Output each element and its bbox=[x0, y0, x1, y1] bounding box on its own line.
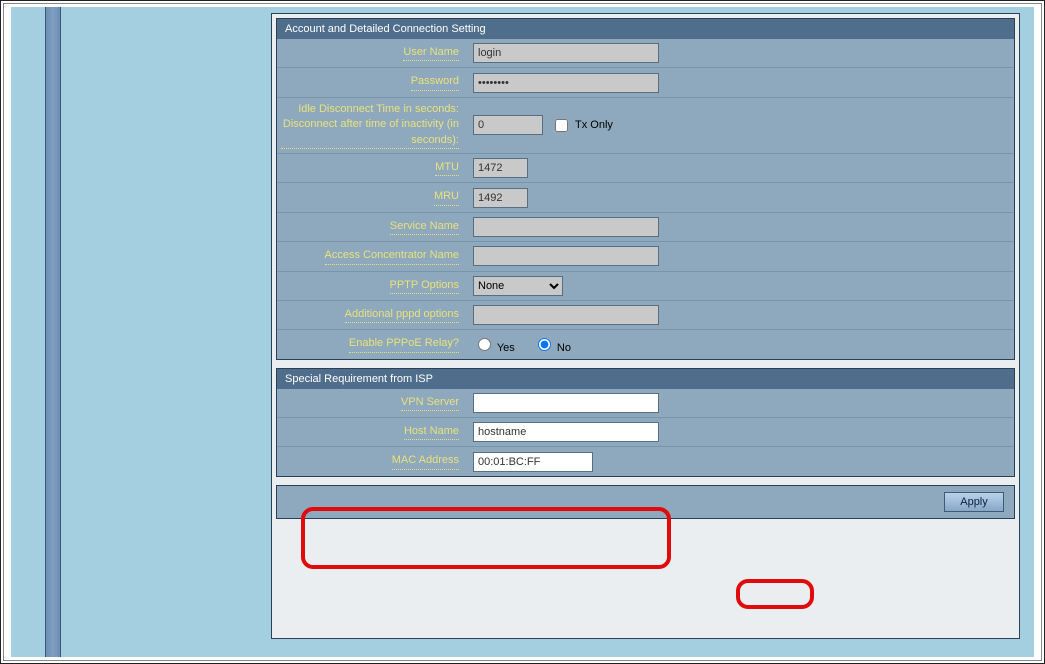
tx-only-checkbox[interactable] bbox=[555, 119, 568, 132]
label-host-name: Host Name bbox=[404, 424, 459, 440]
row-password: Password bbox=[277, 67, 1014, 96]
pppd-options-input[interactable] bbox=[473, 305, 659, 325]
pppoe-relay-yes-label: Yes bbox=[497, 342, 515, 354]
user-name-input[interactable] bbox=[473, 43, 659, 63]
mac-address-input[interactable] bbox=[473, 452, 593, 472]
row-pppd-options: Additional pppd options bbox=[277, 300, 1014, 329]
row-mac-address: MAC Address bbox=[277, 446, 1014, 475]
section-isp-header: Special Requirement from ISP bbox=[277, 369, 1014, 389]
ac-name-input[interactable] bbox=[473, 246, 659, 266]
row-host-name: Host Name bbox=[277, 417, 1014, 446]
label-user-name: User Name bbox=[403, 45, 459, 61]
pppoe-relay-yes-option[interactable]: Yes bbox=[473, 335, 515, 354]
tx-only-option[interactable]: Tx Only bbox=[551, 116, 613, 135]
label-idle-disconnect: Idle Disconnect Time in seconds: Disconn… bbox=[281, 102, 459, 149]
label-vpn-server: VPN Server bbox=[401, 395, 459, 411]
row-vpn-server: VPN Server bbox=[277, 389, 1014, 417]
pppoe-relay-no-option[interactable]: No bbox=[533, 335, 571, 354]
label-service-name: Service Name bbox=[390, 219, 459, 235]
label-mru: MRU bbox=[434, 189, 459, 205]
row-mru: MRU bbox=[277, 182, 1014, 211]
vpn-server-input[interactable] bbox=[473, 393, 659, 413]
row-pptp-options: PPTP Options None bbox=[277, 271, 1014, 300]
row-idle-disconnect: Idle Disconnect Time in seconds: Disconn… bbox=[277, 97, 1014, 153]
mru-input[interactable] bbox=[473, 188, 528, 208]
label-ac-name: Access Concentrator Name bbox=[325, 248, 460, 264]
pppoe-relay-no-label: No bbox=[557, 342, 571, 354]
apply-button[interactable]: Apply bbox=[944, 492, 1004, 512]
row-ac-name: Access Concentrator Name bbox=[277, 241, 1014, 270]
pptp-options-select[interactable]: None bbox=[473, 276, 563, 296]
label-password: Password bbox=[411, 74, 459, 90]
row-pppoe-relay: Enable PPPoE Relay? Yes No bbox=[277, 329, 1014, 358]
label-mac-address: MAC Address bbox=[392, 453, 459, 469]
row-service-name: Service Name bbox=[277, 212, 1014, 241]
pppoe-relay-no-radio[interactable] bbox=[538, 338, 551, 351]
password-input[interactable] bbox=[473, 73, 659, 93]
pppoe-relay-yes-radio[interactable] bbox=[478, 338, 491, 351]
sidebar-stub bbox=[45, 7, 61, 657]
main-panel: Account and Detailed Connection Setting … bbox=[271, 13, 1020, 639]
tx-only-label: Tx Only bbox=[575, 119, 613, 131]
host-name-input[interactable] bbox=[473, 422, 659, 442]
mtu-input[interactable] bbox=[473, 158, 528, 178]
label-pppoe-relay: Enable PPPoE Relay? bbox=[349, 336, 459, 352]
service-name-input[interactable] bbox=[473, 217, 659, 237]
section-account: Account and Detailed Connection Setting … bbox=[276, 18, 1015, 360]
label-pppd-options: Additional pppd options bbox=[345, 307, 459, 323]
section-account-header: Account and Detailed Connection Setting bbox=[277, 19, 1014, 39]
label-mtu: MTU bbox=[435, 160, 459, 176]
apply-bar: Apply bbox=[276, 485, 1015, 519]
section-isp: Special Requirement from ISP VPN Server … bbox=[276, 368, 1015, 477]
idle-disconnect-input[interactable] bbox=[473, 115, 543, 135]
label-pptp-options: PPTP Options bbox=[390, 278, 460, 294]
row-user-name: User Name bbox=[277, 39, 1014, 67]
row-mtu: MTU bbox=[277, 153, 1014, 182]
